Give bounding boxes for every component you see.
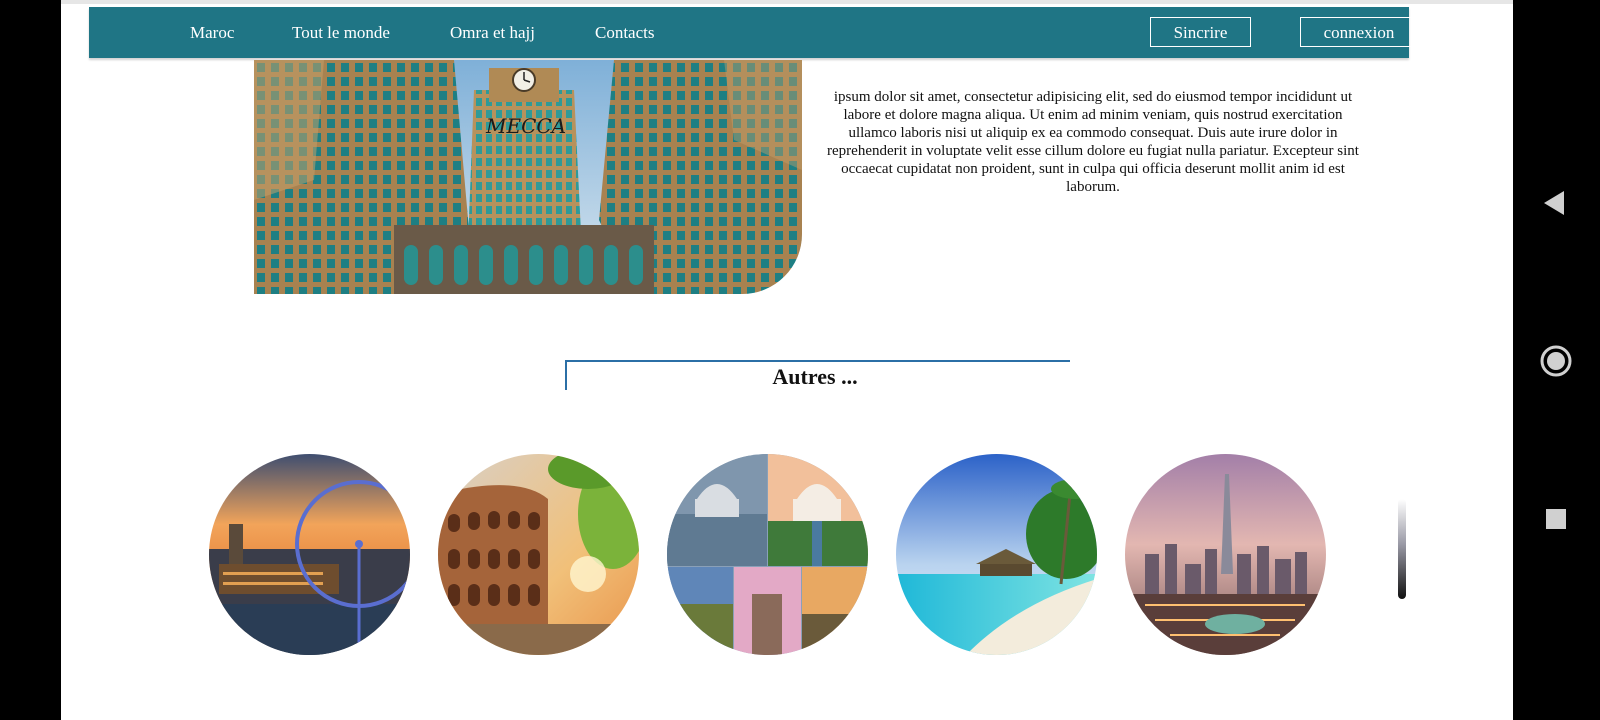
dubai-skyline-image [1125, 454, 1326, 655]
tropical-beach-image [896, 454, 1097, 655]
carousel-scroll-indicator[interactable] [1398, 499, 1406, 599]
home-circle-icon[interactable] [1539, 344, 1573, 378]
destination-india[interactable] [667, 454, 868, 655]
nav-link-omra-et-hajj[interactable]: Omra et hajj [450, 23, 535, 43]
back-triangle-icon[interactable] [1542, 190, 1566, 216]
london-image [209, 454, 410, 655]
india-collage-image [667, 454, 868, 655]
top-border [61, 0, 1513, 4]
hero-paragraph: ipsum dolor sit amet, consectetur adipis… [827, 89, 1359, 195]
destination-rome[interactable] [438, 454, 639, 655]
destination-dubai[interactable] [1125, 454, 1326, 655]
destination-beach[interactable] [896, 454, 1097, 655]
destination-london[interactable] [209, 454, 410, 655]
web-page: Maroc Tout le monde Omra et hajj Contact… [61, 0, 1513, 720]
login-button[interactable]: connexion [1300, 17, 1418, 47]
section-title: Autres ... [772, 364, 858, 389]
signup-button[interactable]: Sincrire [1150, 17, 1251, 47]
hero-image-mecca: MECCA [254, 60, 802, 294]
nav-link-contacts[interactable]: Contacts [595, 23, 655, 43]
rome-colosseum-image [438, 454, 639, 655]
hero-image-caption: MECCA [485, 114, 566, 138]
nav-link-tout-le-monde[interactable]: Tout le monde [292, 23, 390, 43]
navbar: Maroc Tout le monde Omra et hajj Contact… [89, 7, 1418, 58]
recents-square-icon[interactable] [1545, 508, 1567, 530]
nav-link-maroc[interactable]: Maroc [190, 23, 234, 43]
